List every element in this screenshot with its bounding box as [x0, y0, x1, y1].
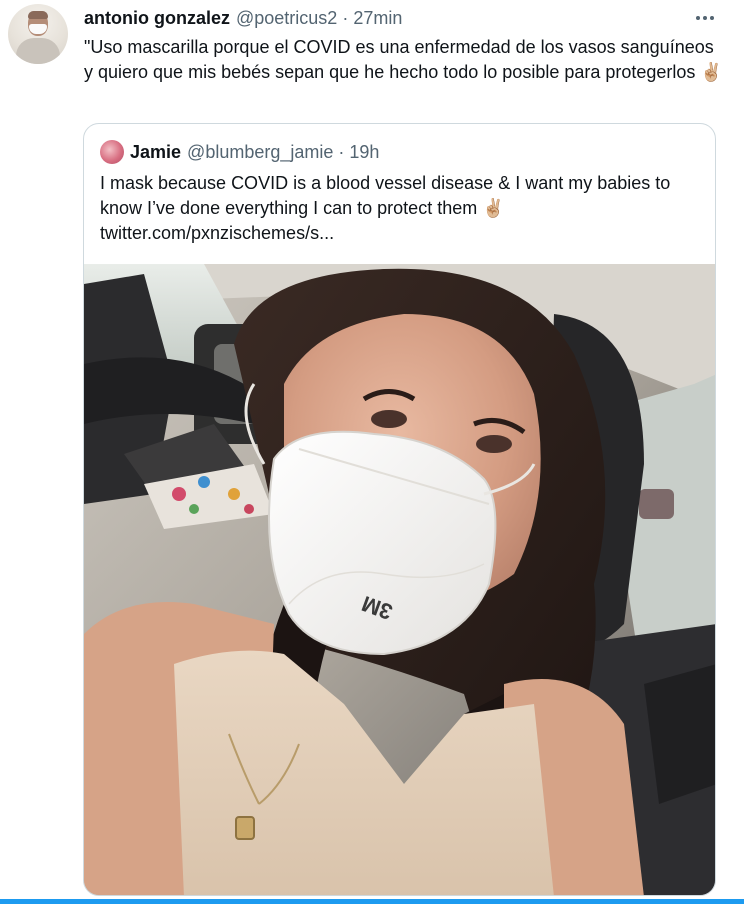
- quoted-timestamp[interactable]: 19h: [349, 142, 379, 163]
- more-dot: [710, 16, 714, 20]
- tweet[interactable]: antonio gonzalez @poetricus2 · 27min "Us…: [0, 0, 744, 904]
- separator-dot: ·: [342, 8, 349, 28]
- more-dot: [703, 16, 707, 20]
- quoted-author-name[interactable]: Jamie: [130, 142, 181, 163]
- quoted-photo[interactable]: 3M: [84, 264, 715, 895]
- author-name[interactable]: antonio gonzalez: [84, 8, 230, 29]
- avatar-body: [16, 38, 60, 64]
- more-dot: [696, 16, 700, 20]
- quoted-link[interactable]: twitter.com/pxnzischemes/s...: [100, 221, 710, 246]
- avatar-hair: [28, 11, 48, 19]
- separator-dot: ·: [338, 141, 345, 162]
- tweet-header: antonio gonzalez @poetricus2 · 27min: [84, 8, 402, 30]
- author-handle[interactable]: @poetricus2: [236, 8, 337, 29]
- timeline-divider: [0, 899, 744, 904]
- tweet-timestamp[interactable]: 27min: [353, 8, 402, 29]
- author-avatar[interactable]: [8, 4, 68, 64]
- selfie-in-car-image: 3M: [84, 264, 715, 895]
- quoted-author-avatar[interactable]: [100, 140, 124, 164]
- quoted-header: Jamie @blumberg_jamie · 19h: [100, 140, 379, 164]
- quoted-text-block: I mask because COVID is a blood vessel d…: [100, 171, 710, 246]
- quoted-tweet[interactable]: Jamie @blumberg_jamie · 19h I mask becau…: [83, 123, 716, 896]
- quoted-author-handle[interactable]: @blumberg_jamie: [187, 142, 333, 163]
- more-options-icon[interactable]: [692, 8, 718, 28]
- tweet-text: "Uso mascarilla porque el COVID es una e…: [84, 37, 723, 82]
- quoted-text: I mask because COVID is a blood vessel d…: [100, 173, 671, 218]
